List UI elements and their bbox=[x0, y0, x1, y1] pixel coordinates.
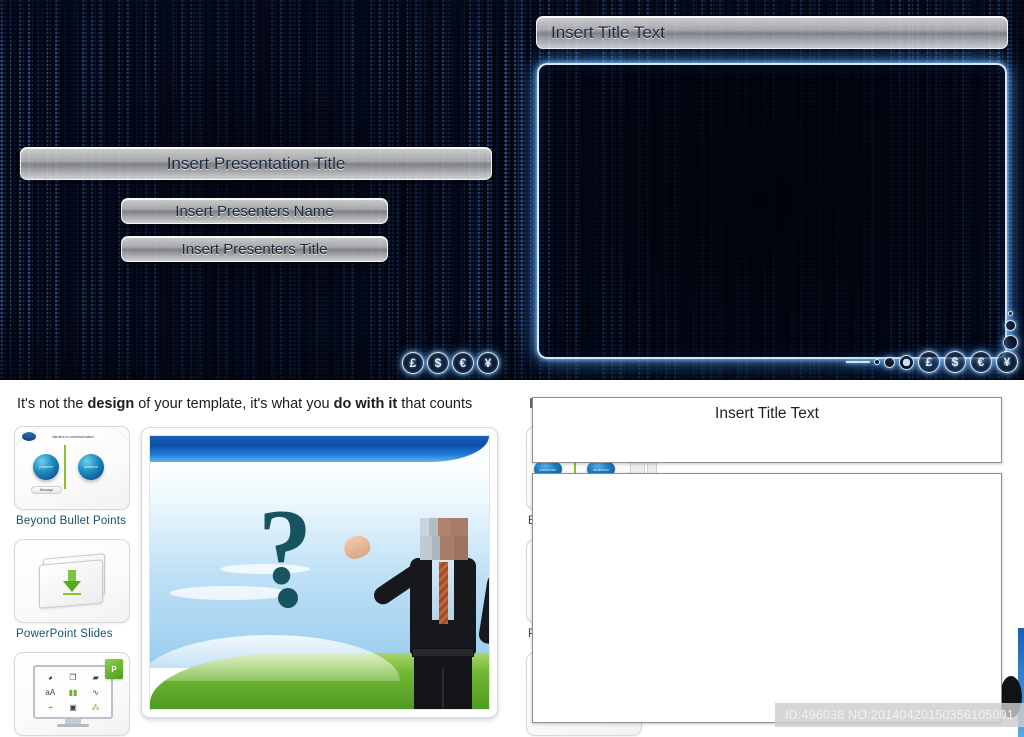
neon-lead-line bbox=[846, 361, 870, 363]
thumbnail-powerpoint-slides[interactable] bbox=[14, 539, 130, 623]
tool-icon-grid: ◕ ❐ ▰ aA ▮▮ ∿ ➛ ▣ ⁂ bbox=[39, 671, 107, 715]
download-arrow-head-icon bbox=[63, 581, 81, 592]
thumbnail-label-2: PowerPoint Slides bbox=[16, 628, 113, 640]
preview-panel-left: It's not the design of your template, it… bbox=[0, 380, 512, 737]
curve-icon: ∿ bbox=[92, 687, 99, 697]
slide-previews-top: Insert Presentation Title Insert Present… bbox=[0, 0, 1024, 380]
tagline-part-1: It's not the bbox=[17, 396, 88, 412]
tagline: It's not the design of your template, it… bbox=[17, 396, 472, 412]
yen-icon: ¥ bbox=[996, 351, 1018, 373]
tagline-part-3: that counts bbox=[397, 396, 473, 412]
monitor-foot-icon bbox=[57, 724, 89, 727]
dollar-icon: $ bbox=[427, 352, 449, 374]
grid-icon: ▣ bbox=[69, 702, 77, 712]
preview-panel-right: It's not the design of your template, it… bbox=[512, 380, 1024, 737]
download-arrow-base-icon bbox=[63, 593, 81, 595]
yen-icon: ¥ bbox=[477, 352, 499, 374]
overlay-title-text: Insert Title Text bbox=[715, 405, 819, 422]
thumbnail-beyond-bullet-points[interactable]: barriers to communication presenter audi… bbox=[14, 426, 130, 510]
pound-icon: £ bbox=[402, 352, 424, 374]
euro-icon: € bbox=[452, 352, 474, 374]
presenter-sphere-icon: presenter bbox=[33, 454, 59, 480]
overlay-body-slide[interactable] bbox=[532, 473, 1002, 723]
title-slide[interactable]: Insert Presentation Title Insert Present… bbox=[0, 0, 520, 380]
presenter-title-placeholder[interactable]: Insert Presenters Title bbox=[121, 236, 388, 262]
folder-icon: ▰ bbox=[92, 673, 99, 683]
powerpoint-badge-icon: P bbox=[105, 659, 123, 679]
message-chip: Message bbox=[31, 486, 62, 494]
dollar-icon: $ bbox=[944, 351, 966, 373]
presentation-title-text: Insert Presentation Title bbox=[166, 153, 346, 173]
pound-icon: £ bbox=[918, 351, 940, 373]
thumbnail-column: barriers to communication presenter audi… bbox=[14, 426, 130, 737]
neon-dot-small bbox=[1008, 311, 1013, 316]
hierarchy-icon: ⁂ bbox=[91, 702, 100, 712]
presenter-name-text: Insert Presenters Name bbox=[175, 202, 334, 220]
neon-dot-medium bbox=[1005, 320, 1016, 331]
bar-chart-icon: ▮▮ bbox=[68, 687, 78, 697]
presenter-name-placeholder[interactable]: Insert Presenters Name bbox=[121, 198, 388, 224]
shapes-icon: ❐ bbox=[69, 673, 77, 683]
audience-sphere-icon: audience bbox=[78, 454, 104, 480]
content-body-frame[interactable] bbox=[537, 63, 1007, 359]
currency-icon-row-right: £ $ € ¥ bbox=[846, 351, 1018, 373]
content-title-text: Insert Title Text bbox=[551, 22, 666, 42]
tagline-bold-design: design bbox=[87, 396, 135, 412]
presenter-title-text: Insert Presenters Title bbox=[181, 240, 328, 258]
neon-dot-large bbox=[1003, 335, 1018, 350]
text-size-icon: aA bbox=[45, 687, 56, 697]
thumbnail-powerpoint-training[interactable]: ◕ ❐ ▰ aA ▮▮ ∿ ➛ ▣ ⁂ P bbox=[14, 652, 130, 736]
currency-icon-row-left: £ $ € ¥ bbox=[402, 352, 499, 374]
thumbnail-label-1: Beyond Bullet Points bbox=[16, 515, 127, 527]
neon-dot-small2 bbox=[884, 356, 895, 368]
divider-line bbox=[64, 445, 66, 489]
euro-icon: € bbox=[970, 351, 992, 373]
neon-dot-filled bbox=[899, 354, 914, 370]
pie-chart-icon: ◕ bbox=[47, 673, 53, 683]
thumb-caption: barriers to communication bbox=[52, 435, 94, 439]
id-watermark: ID:496038 NO:20140420150356105001 bbox=[774, 703, 1024, 727]
matrix-background bbox=[0, 0, 520, 380]
arrow-icon: ➛ bbox=[46, 702, 54, 712]
neon-dot-tail bbox=[1003, 311, 1018, 350]
presentation-title-placeholder[interactable]: Insert Presentation Title bbox=[20, 147, 492, 180]
preview-area: It's not the design of your template, it… bbox=[0, 380, 1024, 737]
overlay-title-slide[interactable]: Insert Title Text bbox=[532, 397, 1002, 463]
content-slide[interactable]: Insert Title Text £ $ € ¥ bbox=[520, 0, 1024, 380]
neon-dot-tiny bbox=[874, 359, 880, 365]
logo-icon bbox=[22, 432, 36, 441]
content-title-placeholder[interactable]: Insert Title Text bbox=[536, 16, 1008, 49]
screenshot-root: Insert Presentation Title Insert Present… bbox=[0, 0, 1024, 737]
tagline-bold-dowithit: do with it bbox=[333, 396, 398, 412]
tagline-part-2: of your template, it's what you bbox=[134, 396, 334, 412]
